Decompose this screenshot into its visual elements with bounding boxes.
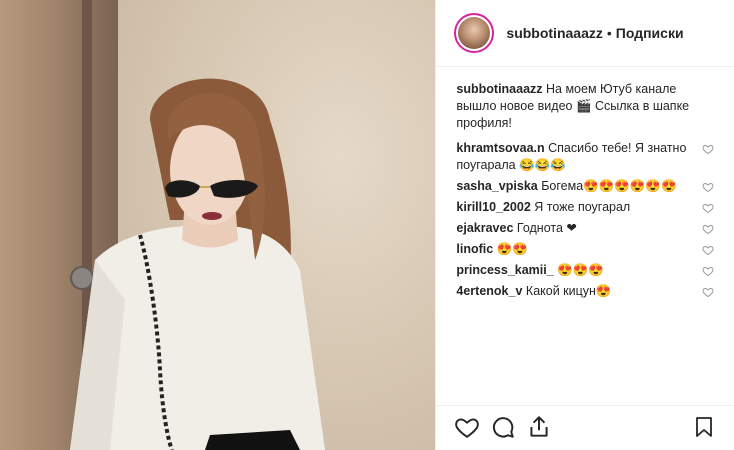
post-header: subbotinaaazz • Подписки <box>436 0 734 67</box>
following-button[interactable]: Подписки <box>616 25 684 41</box>
separator-dot: • <box>606 25 612 41</box>
comment-like-heart-icon[interactable] <box>702 181 714 193</box>
comment-username[interactable]: princess_kamii_ <box>456 263 553 277</box>
comment-item: 4ertenok_v Какой кицун😍 <box>456 283 718 300</box>
comment-item: sasha_vpiska Богема😍😍😍😍😍😍 <box>456 178 718 195</box>
comment-item: kirill10_2002 Я тоже поугарал <box>456 199 718 216</box>
comment-like-heart-icon[interactable] <box>702 143 714 155</box>
comment-item: khramtsovaa.n Спасибо тебе! Я знатно поу… <box>456 140 718 174</box>
comment-username[interactable]: 4ertenok_v <box>456 284 522 298</box>
comment-like-heart-icon[interactable] <box>702 202 714 214</box>
comment-text: 😍😍 <box>496 242 528 256</box>
heart-icon[interactable] <box>454 414 480 440</box>
share-icon[interactable] <box>526 414 552 440</box>
header-text: subbotinaaazz • Подписки <box>506 25 683 41</box>
comment-text: Какой кицун😍 <box>525 284 612 298</box>
comment-like-heart-icon[interactable] <box>702 223 714 235</box>
post-photo[interactable] <box>0 0 436 450</box>
comment-username[interactable]: khramtsovaa.n <box>456 141 544 155</box>
author-avatar[interactable] <box>454 13 495 53</box>
comment-username[interactable]: ejakravec <box>456 221 513 235</box>
comment-text: 😍😍😍 <box>557 263 604 277</box>
post-sidebar: subbotinaaazz • Подписки subbotinaaazz На … <box>435 0 734 450</box>
comments-list: subbotinaaazz На моем Ютуб канале вышло … <box>436 67 734 300</box>
comment-username[interactable]: kirill10_2002 <box>456 200 530 214</box>
comment-username[interactable]: linofic <box>456 242 493 256</box>
post-actions <box>436 405 734 446</box>
comment-like-heart-icon[interactable] <box>702 265 714 277</box>
comment-item: princess_kamii_ 😍😍😍 <box>456 262 718 279</box>
comment-text: Я тоже поугарал <box>534 200 631 214</box>
comment-like-heart-icon[interactable] <box>702 244 714 256</box>
comment-text: Богема😍😍😍😍😍😍 <box>541 179 677 193</box>
comment-text: Годнота ❤ <box>516 221 577 235</box>
caption-username[interactable]: subbotinaaazz <box>456 82 542 96</box>
post-caption: subbotinaaazz На моем Ютуб канале вышло … <box>456 81 718 132</box>
author-username[interactable]: subbotinaaazz <box>506 25 602 41</box>
comment-icon[interactable] <box>490 414 516 440</box>
comment-item: ejakravec Годнота ❤ <box>456 220 718 237</box>
photo-figure <box>70 78 325 450</box>
comment-like-heart-icon[interactable] <box>702 286 714 298</box>
bookmark-icon[interactable] <box>692 414 716 440</box>
comment-username[interactable]: sasha_vpiska <box>456 179 537 193</box>
comment-item: linofic 😍😍 <box>456 241 718 258</box>
instagram-post: subbotinaaazz • Подписки subbotinaaazz На … <box>0 0 734 450</box>
